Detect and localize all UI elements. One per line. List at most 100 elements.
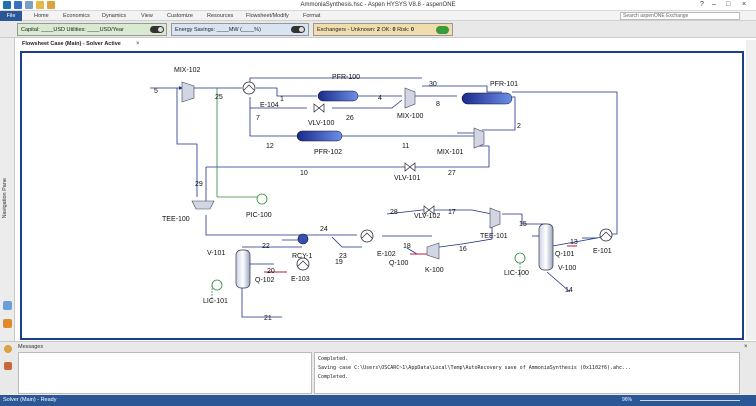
stream-13: 13 [570, 239, 578, 246]
zoom-slider[interactable] [640, 400, 740, 401]
messages-title: Messages [18, 344, 44, 350]
solver-status: Solver (Main) - Ready [3, 397, 57, 403]
stream-17: 17 [448, 209, 456, 216]
stream-30: 30 [429, 81, 437, 88]
stream-20: 20 [267, 268, 275, 275]
mix-102[interactable] [181, 81, 195, 103]
close-icon[interactable]: × [742, 1, 746, 8]
stream-22: 22 [262, 243, 270, 250]
label-pfr-100: PFR-100 [332, 74, 360, 81]
maximize-icon[interactable]: □ [726, 1, 730, 8]
energy-panel[interactable]: Energy Savings: ____MW (____%) [171, 23, 309, 36]
vertical-scrollbar[interactable] [746, 40, 756, 340]
messages-panel: Messages × Completed. Saving case C:\Use… [0, 341, 756, 395]
stream-25: 25 [215, 94, 223, 101]
label-q-102: Q-102 [255, 277, 275, 284]
tab-dynamics[interactable]: Dynamics [102, 13, 126, 19]
tab-view[interactable]: View [141, 13, 153, 19]
file-tab[interactable]: File [0, 11, 22, 21]
capital-panel[interactable]: Capital: ____USD Utilities: ____USD/Year [17, 23, 167, 36]
exchanger-status-icon[interactable] [436, 26, 449, 34]
v-100[interactable] [538, 223, 554, 271]
stream-10: 10 [300, 170, 308, 177]
tab-home[interactable]: Home [34, 13, 49, 19]
ok-count: 0 [392, 27, 396, 33]
minimize-icon[interactable]: – [712, 1, 716, 8]
info-icon [4, 345, 12, 353]
capital-text: Capital: ____USD Utilities: ____USD/Year [21, 27, 124, 33]
lic-101[interactable] [211, 279, 223, 291]
energy-text: Energy Savings: ____MW (____%) [175, 27, 261, 33]
capital-toggle[interactable] [150, 26, 164, 33]
rcy-1[interactable] [297, 233, 309, 245]
stream-7: 7 [256, 115, 260, 122]
stream-19: 19 [335, 259, 343, 266]
navigation-pane-toggle[interactable]: Navigation Pane [2, 178, 8, 218]
stream-2: 2 [517, 123, 521, 130]
label-mix-101: MIX-101 [437, 149, 464, 156]
label-e-102: E-102 [377, 251, 396, 258]
stream-27: 27 [448, 170, 456, 177]
label-mix-102: MIX-102 [174, 67, 201, 74]
stream-8: 8 [436, 101, 440, 108]
tab-resources[interactable]: Resources [207, 13, 233, 19]
search-input[interactable]: Search aspenONE Exchange [620, 12, 740, 20]
pfr-102[interactable] [296, 130, 343, 142]
stream-29: 29 [195, 181, 203, 188]
e-104[interactable] [242, 81, 256, 95]
lic-100[interactable] [514, 252, 526, 264]
risk-label: Risk: [397, 27, 410, 33]
tee-100[interactable] [191, 200, 215, 210]
label-vlv-101: VLV-101 [394, 175, 420, 182]
stream-4: 4 [378, 95, 382, 102]
stream-15: 15 [519, 221, 527, 228]
ribbon-tabs: File Home Economics Dynamics View Custom… [0, 11, 756, 21]
energy-toggle[interactable] [291, 26, 305, 33]
tee-101[interactable] [489, 207, 501, 229]
tool-icon[interactable] [3, 319, 12, 328]
window-title: AmmoniaSynthesis.hsc - Aspen HYSYS V8.8 … [300, 2, 456, 8]
help-icon[interactable]: ? [700, 1, 704, 8]
close-messages-icon[interactable]: × [744, 344, 748, 350]
label-e-101: E-101 [593, 248, 612, 255]
exchangers-panel[interactable]: Exchangers - Unknown: 2 OK: 0 Risk: 0 [313, 23, 453, 36]
flame-icon [4, 362, 12, 370]
message-line: Completed. [318, 374, 349, 380]
stream-5: 5 [154, 88, 158, 95]
pic-100[interactable] [256, 193, 268, 205]
k-100[interactable] [426, 242, 440, 260]
v-101[interactable] [235, 249, 251, 289]
stream-21: 21 [264, 315, 272, 322]
label-vlv-100: VLV-100 [308, 120, 334, 127]
stream-1: 1 [280, 96, 284, 103]
label-k-100: K-100 [425, 267, 444, 274]
tab-economics[interactable]: Economics [63, 13, 90, 19]
flowsheet-canvas[interactable]: MIX-102 E-104 PFR-100 MIX-100 PFR-101 VL… [20, 51, 744, 340]
tab-flowsheet-modify[interactable]: Flowsheet/Modify [246, 13, 289, 19]
label-vlv-102: VLV-102 [414, 213, 440, 220]
label-e-104: E-104 [260, 102, 279, 109]
tab-format[interactable]: Format [303, 13, 320, 19]
tab-customize[interactable]: Customize [167, 13, 193, 19]
pfr-100[interactable] [317, 90, 359, 102]
e-102[interactable] [360, 229, 374, 243]
vlv-101[interactable] [404, 162, 416, 172]
e-101[interactable] [599, 228, 613, 242]
messages-log: Completed. Saving case C:\Users\OSCARC~1… [314, 352, 740, 394]
label-q-101: Q-101 [555, 251, 575, 258]
stream-26: 26 [346, 115, 354, 122]
close-tab-icon[interactable]: × [136, 41, 140, 47]
vlv-100[interactable] [313, 103, 325, 113]
mix-100[interactable] [404, 87, 416, 109]
exchangers-label: Exchangers - Unknown: [317, 27, 376, 33]
ok-label: OK: [381, 27, 391, 33]
label-pfr-102: PFR-102 [314, 149, 342, 156]
messages-input-area[interactable] [18, 352, 312, 394]
status-bar: Solver (Main) - Ready 96% [0, 395, 756, 406]
label-v-101: V-101 [207, 250, 225, 257]
flask-icon[interactable] [3, 301, 12, 310]
label-rcy-1: RCY-1 [292, 253, 312, 260]
pfr-101[interactable] [461, 92, 513, 105]
mix-101[interactable] [473, 127, 485, 149]
flowsheet-tab[interactable]: Flowsheet Case (Main) - Solver Active [22, 40, 121, 49]
